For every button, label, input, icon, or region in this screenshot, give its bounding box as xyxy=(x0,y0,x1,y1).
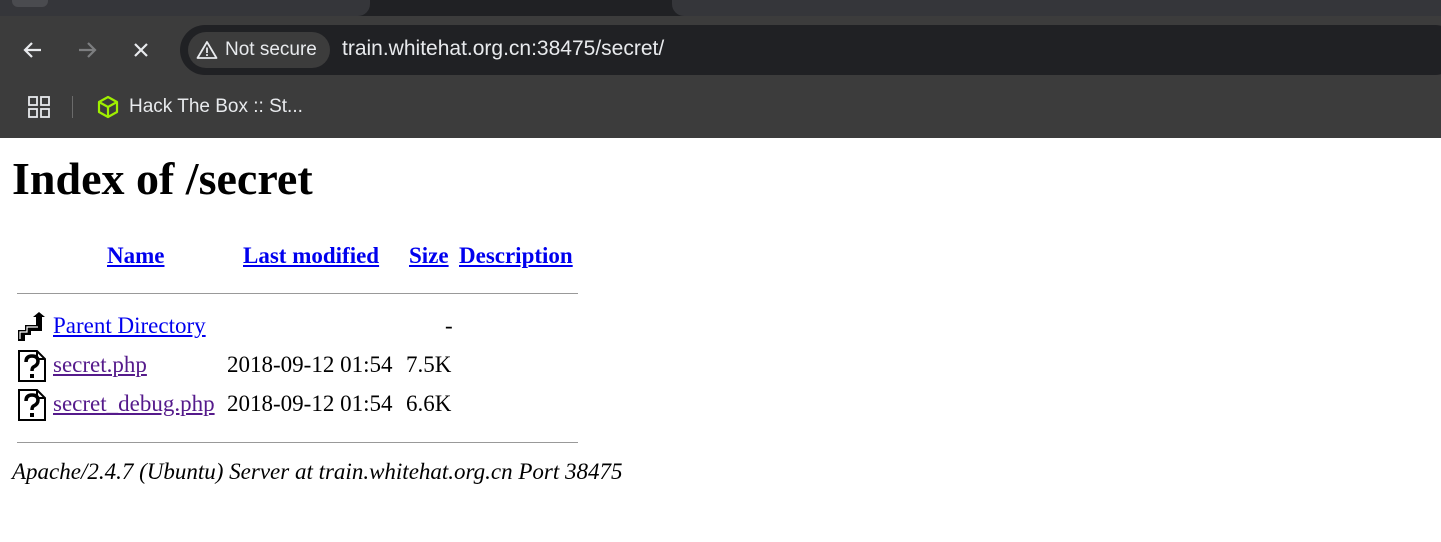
bookmarks-bar: Hack The Box :: St... xyxy=(0,86,1441,138)
file-last-modified: 2018-09-12 01:54 xyxy=(227,391,393,416)
toolbar: Not secure train.whitehat.org.cn:38475/s… xyxy=(0,16,1441,86)
table-row: secret.php 2018-09-12 01:54 7.5K xyxy=(16,350,616,384)
browser-tab[interactable] xyxy=(672,0,1441,16)
page-title: Index of /secret xyxy=(12,153,313,204)
page-content: Index of /secret Name Last modified Size… xyxy=(0,138,1441,542)
apps-grid-icon[interactable] xyxy=(28,96,50,118)
column-header-description[interactable]: Description xyxy=(459,243,573,269)
security-indicator[interactable]: Not secure xyxy=(188,32,330,68)
browser-tab[interactable] xyxy=(0,0,370,16)
tab-strip xyxy=(0,0,1441,16)
browser-chrome: Not secure train.whitehat.org.cn:38475/s… xyxy=(0,0,1441,138)
table-row: Parent Directory - xyxy=(16,311,616,345)
security-label: Not secure xyxy=(225,39,317,60)
bookmarks-separator xyxy=(72,96,73,118)
file-size: 7.5K xyxy=(406,352,452,377)
column-header-name[interactable]: Name xyxy=(107,243,164,269)
table-row: secret_debug.php 2018-09-12 01:54 6.6K xyxy=(16,389,616,423)
header-divider xyxy=(17,293,578,294)
file-last-modified: 2018-09-12 01:54 xyxy=(227,352,393,377)
address-bar[interactable]: Not secure train.whitehat.org.cn:38475/s… xyxy=(180,25,1441,75)
stop-loading-button[interactable] xyxy=(127,36,155,64)
hackthebox-cube-icon xyxy=(97,95,119,119)
column-header-size[interactable]: Size xyxy=(409,243,449,269)
file-link-secret-debug-php[interactable]: secret_debug.php xyxy=(53,391,215,417)
arrow-right-icon xyxy=(79,42,97,58)
parent-directory-icon xyxy=(18,312,45,341)
tab-favicon xyxy=(12,0,48,7)
file-size: - xyxy=(445,313,453,338)
arrow-left-icon xyxy=(23,42,41,58)
bookmark-hackthebox[interactable]: Hack The Box :: St... xyxy=(96,94,303,120)
forward-button[interactable] xyxy=(73,36,101,64)
bookmark-label: Hack The Box :: St... xyxy=(129,96,303,117)
unknown-file-icon xyxy=(18,389,46,421)
close-icon xyxy=(134,43,148,57)
column-header-last-modified[interactable]: Last modified xyxy=(243,243,379,269)
back-button[interactable] xyxy=(19,36,47,64)
url-text[interactable]: train.whitehat.org.cn:38475/secret/ xyxy=(342,37,664,61)
file-link-secret-php[interactable]: secret.php xyxy=(53,352,147,378)
file-size: 6.6K xyxy=(406,391,452,416)
warning-triangle-icon xyxy=(196,41,218,59)
footer-divider xyxy=(17,442,578,443)
parent-directory-link[interactable]: Parent Directory xyxy=(53,313,206,339)
unknown-file-icon xyxy=(18,350,46,382)
server-signature: Apache/2.4.7 (Ubuntu) Server at train.wh… xyxy=(12,459,623,484)
